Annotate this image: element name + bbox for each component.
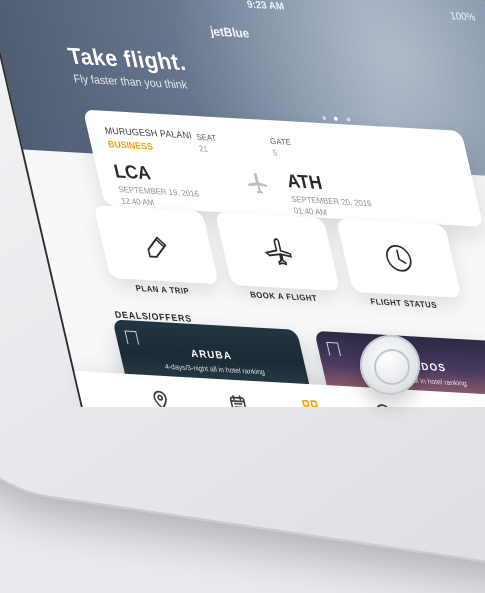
tab-map[interactable]: [145, 385, 177, 407]
pin-icon: [153, 390, 167, 407]
tab-history[interactable]: [368, 398, 400, 407]
seat-label: SEAT: [195, 132, 218, 143]
book-flight-label: BOOK A FLIGHT: [249, 290, 319, 304]
carousel-dot[interactable]: [345, 117, 351, 122]
destination-code: ATH: [284, 170, 325, 194]
calendar-icon: [229, 394, 247, 407]
plan-trip-tile[interactable]: [93, 205, 220, 285]
carousel-dot-active[interactable]: [333, 116, 339, 121]
passenger-info: MURUGESH PALANI BUSINESS: [104, 125, 196, 154]
travel-class: BUSINESS: [106, 138, 154, 152]
tab-calendar[interactable]: [222, 390, 254, 407]
passenger-name: MURUGESH PALANI: [103, 125, 193, 141]
flight-status-tile[interactable]: [336, 218, 462, 298]
seat-info: SEAT 21: [195, 132, 220, 154]
origin: LCA SEPTEMBER 19, 2016 12:40 AM: [112, 161, 203, 210]
home-button[interactable]: [360, 335, 420, 395]
brand-logo: jetBlue: [208, 23, 251, 41]
clock-icon: [386, 244, 412, 272]
destination: ATH SEPTEMBER 20, 2016 01:40 AM: [285, 170, 376, 219]
battery-text: 100%: [449, 10, 477, 24]
flight-status-label: FLIGHT STATUS: [369, 296, 439, 310]
status-time: 9:23 AM: [245, 0, 286, 13]
tab-notifications[interactable]: [441, 402, 473, 407]
bookmark-icon[interactable]: [326, 341, 342, 357]
tab-home[interactable]: [295, 394, 327, 407]
grid-icon: [302, 399, 318, 407]
origin-code: LCA: [111, 160, 153, 184]
hero-headline: Take flight. Fly faster than you think: [65, 43, 192, 92]
gate-label: GATE: [269, 136, 292, 148]
gate-value: 5: [271, 148, 279, 158]
seat-value: 21: [198, 143, 209, 154]
status-bar: RS 9:23 AM 100%: [0, 0, 485, 30]
airplane-icon: [264, 238, 293, 266]
bookmark-icon[interactable]: [124, 330, 140, 345]
plan-trip-label: PLAN A TRIP: [134, 283, 191, 297]
gate-info: GATE 5: [269, 137, 294, 159]
book-flight-tile[interactable]: [214, 211, 341, 292]
planner-icon: [147, 236, 167, 258]
carousel-dot[interactable]: [321, 115, 327, 121]
hero-title: Take flight.: [65, 42, 189, 76]
hero-subtitle: Fly faster than you think: [72, 72, 189, 92]
airplane-icon: [247, 172, 268, 194]
clock-icon: [376, 404, 392, 407]
